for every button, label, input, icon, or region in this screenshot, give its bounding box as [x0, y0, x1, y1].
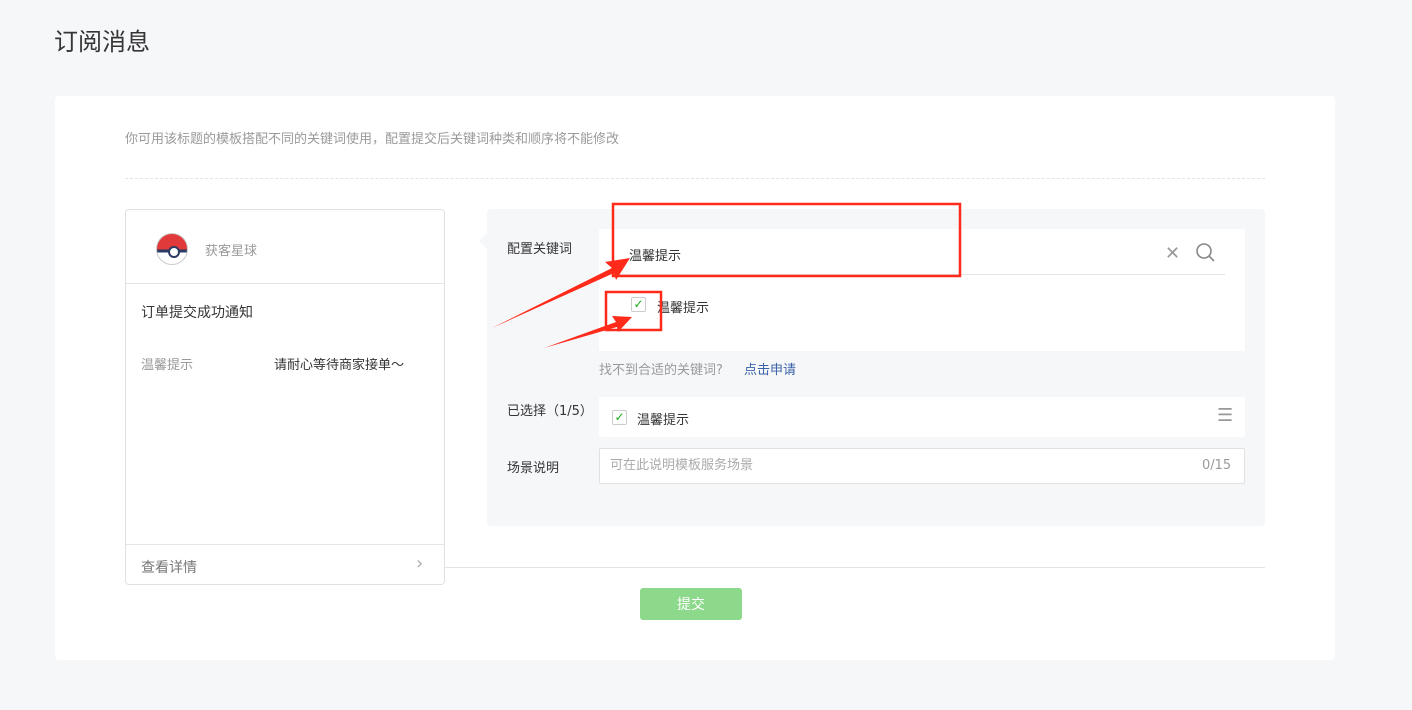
selected-item: ✓ 温馨提示 ☰	[599, 397, 1245, 437]
keyword-search-input[interactable]	[629, 247, 1129, 262]
apply-link[interactable]: 点击申请	[744, 359, 796, 378]
selected-item-label: 温馨提示	[637, 413, 690, 428]
selected-checkbox[interactable]: ✓	[612, 410, 627, 425]
keyword-config-label: 配置关键词	[507, 242, 573, 257]
view-details-label: 查看详情	[141, 560, 197, 576]
divider	[125, 178, 1265, 179]
keyword-option-checkbox[interactable]: ✓	[631, 297, 646, 312]
scene-field: 0/15	[599, 448, 1245, 484]
search-icon[interactable]	[1195, 242, 1217, 268]
keyword-box: ✕ ✓ 温馨提示	[599, 229, 1245, 351]
scene-input[interactable]	[610, 458, 1170, 473]
scene-label: 场景说明	[507, 461, 560, 476]
tip-text: 你可用该标题的模板搭配不同的关键词使用，配置提交后关键词种类和顺序将不能修改	[125, 132, 620, 147]
main-card: 你可用该标题的模板搭配不同的关键词使用，配置提交后关键词种类和顺序将不能修改 获…	[55, 96, 1335, 660]
divider	[445, 567, 1265, 568]
chevron-right-icon: ›	[416, 553, 424, 574]
selected-label: 已选择（1/5）	[507, 404, 593, 419]
config-form: 配置关键词 ✕ ✓ 温馨提示 找不到合适的关键词? 点击申请 已选择（1/5） …	[479, 209, 1265, 526]
drag-handle-icon[interactable]: ☰	[1217, 405, 1233, 426]
pokeball-logo-icon	[156, 233, 188, 265]
view-details[interactable]: 查看详情 ›	[126, 544, 444, 584]
clear-icon[interactable]: ✕	[1165, 243, 1180, 264]
hint-text: 找不到合适的关键词?	[599, 363, 723, 378]
message-title: 订单提交成功通知	[141, 305, 253, 321]
char-count: 0/15	[1202, 458, 1232, 473]
message-preview: 获客星球 订单提交成功通知 温馨提示 请耐心等待商家接单～ 查看详情 ›	[125, 209, 445, 585]
keyword-search: ✕	[617, 239, 1225, 275]
keyword-value: 请耐心等待商家接单～	[274, 358, 405, 373]
brand-name: 获客星球	[205, 244, 258, 259]
page-title: 订阅消息	[54, 28, 150, 56]
submit-button[interactable]: 提交	[640, 588, 742, 620]
preview-header: 获客星球	[126, 210, 444, 284]
keyword-option-label: 温馨提示	[657, 301, 710, 316]
keyword-label: 温馨提示	[141, 358, 194, 373]
